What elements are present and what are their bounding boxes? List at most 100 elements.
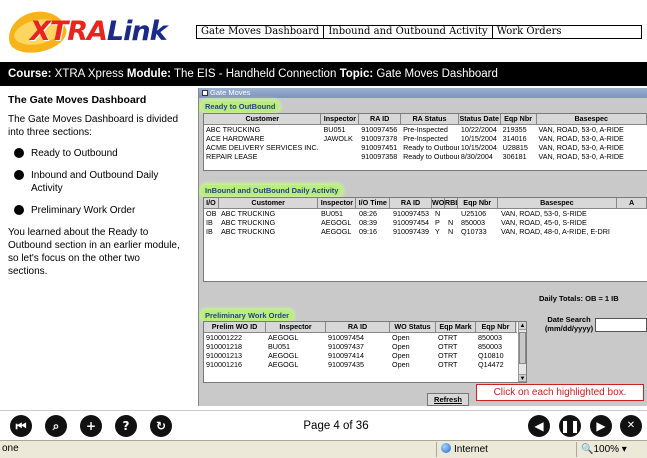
table-cell: Open (392, 360, 410, 369)
column-header[interactable]: RA ID (359, 114, 402, 124)
column-header[interactable]: A (617, 198, 647, 208)
table-cell: 8/30/2004 (460, 152, 493, 161)
column-header[interactable]: Customer (204, 114, 322, 124)
help-icon[interactable]: ? (115, 415, 137, 437)
table-cell: 850003 (478, 333, 502, 342)
bullet-icon (14, 148, 24, 158)
table-row[interactable]: 910001216 AEGOGL 910097435 Open OTRT Q14472 (204, 360, 526, 369)
tab-gate-moves-dashboard[interactable]: Gate Moves Dashboard (197, 26, 325, 38)
scroll-down-icon[interactable]: ▼ (519, 374, 526, 382)
column-header[interactable]: RBL (445, 198, 458, 208)
table-cell: IB (206, 227, 213, 236)
table-cell: ABC TRUCKING (206, 125, 261, 134)
table-cell: REPAIR LEASE (206, 152, 258, 161)
search-icon[interactable]: ⌕ (45, 415, 67, 437)
table-cell: 910097435 (328, 360, 364, 369)
column-header[interactable]: Basespec (537, 114, 647, 124)
table-cell: 910097414 (328, 351, 364, 360)
table-cell (321, 152, 359, 161)
table-cell: Q10810 (478, 351, 504, 360)
column-header[interactable]: Eqp Nbr (476, 322, 516, 332)
table-cell: VAN, ROAD, 53-0, A-RIDE (538, 152, 624, 161)
section-preliminary-work-order[interactable]: Preliminary Work Order (201, 310, 294, 321)
table-cell: 314016 (502, 134, 527, 143)
refresh-icon[interactable]: ↻ (150, 415, 172, 437)
table-row[interactable]: IB ABC TRUCKING AEGOGL 09:16 910097439 Y N Q107… (204, 227, 647, 236)
table-row[interactable]: ACE HARDWARE JAWOLK 910097378 Pre-Inspected… (204, 134, 647, 143)
table-row[interactable]: ACME DELIVERY SERVICES INC. 910097451 Read… (204, 143, 647, 152)
pause-icon[interactable]: ❚❚ (559, 415, 581, 437)
table-cell: 910097437 (328, 342, 364, 351)
table-cell: VAN, ROAD, 53-0, A-RIDE (538, 143, 624, 152)
table-cell: 850003 (478, 342, 502, 351)
column-header[interactable]: Prelim WO ID (204, 322, 266, 332)
column-header[interactable]: Inspector (266, 322, 326, 332)
column-header[interactable]: RA ID (326, 322, 390, 332)
section-ready-to-outbound[interactable]: Ready to OutBound (201, 101, 280, 112)
table-cell: 910097456 (361, 125, 398, 134)
table-row[interactable]: REPAIR LEASE 910097358 Ready to Outbound8/… (204, 152, 647, 161)
table-cell: Q10733 (461, 227, 487, 236)
first-page-icon[interactable]: ⏮ (10, 415, 32, 437)
column-header[interactable]: Inspector (321, 114, 360, 124)
table-row[interactable]: 910001218 BU051 910097437 Open OTRT 850003 (204, 342, 526, 351)
zoom-indicator[interactable]: 🔍100% ▾ (576, 442, 647, 457)
table-cell: ACE HARDWARE (206, 134, 265, 143)
header: XTRALink Gate Moves Dashboard Inbound an… (0, 0, 647, 62)
scroll-up-icon[interactable]: ▲ (519, 322, 526, 330)
column-header[interactable]: Eqp Nbr (458, 198, 498, 208)
table-row[interactable]: OB ABC TRUCKING BU051 08:26 910097453 N U25106… (204, 209, 647, 218)
table-cell: ACME DELIVERY SERVICES INC. (206, 143, 319, 152)
table-cell: VAN, ROAD, 53-0, A-RIDE (538, 125, 624, 134)
previous-icon[interactable]: ◀ (528, 415, 550, 437)
table-cell: 08:39 (359, 218, 377, 227)
table-cell: Pre-Inspected (403, 134, 448, 143)
table-cell: N (448, 218, 454, 227)
table-cell: 910097453 (393, 209, 429, 218)
column-header[interactable]: WO Status (390, 322, 436, 332)
course-navigation: ⏮ ⌕ + ? ↻ Page 4 of 36 ◀ ❚❚ ▶ ✕ (0, 410, 647, 440)
column-header[interactable]: RA Status (401, 114, 459, 124)
table-cell: 910001218 (206, 342, 242, 351)
table-cell: AEGOGL (321, 227, 352, 236)
table-cell (446, 209, 459, 218)
column-header[interactable]: WO (432, 198, 445, 208)
column-header[interactable]: I/O Time (356, 198, 391, 208)
table-row[interactable]: ABC TRUCKING BU051 910097456 Pre-Inspected 1… (204, 125, 647, 134)
column-header[interactable]: I/O (204, 198, 219, 208)
column-header[interactable]: Basespec (498, 198, 618, 208)
table-row[interactable]: 910001222 AEGOGL 910097454 Open OTRT 850003 (204, 333, 526, 342)
table-cell: JAWOLK (323, 134, 353, 143)
column-header[interactable]: Inspector (318, 198, 357, 208)
date-search-input[interactable] (595, 318, 647, 332)
section-daily-activity[interactable]: InBound and OutBound Daily Activity (201, 185, 343, 196)
table-cell: 10/15/2004 (460, 134, 497, 143)
prelim-scrollbar[interactable]: ▲ ▼ (518, 322, 526, 382)
table-cell: 08:26 (359, 209, 377, 218)
column-header[interactable]: Eqp Nbr (501, 114, 537, 124)
table-cell: 910001216 (206, 360, 242, 369)
globe-icon (441, 443, 451, 453)
table-cell: 910097454 (328, 333, 364, 342)
tab-work-orders[interactable]: Work Orders (493, 26, 641, 38)
column-header[interactable]: RA ID (390, 198, 432, 208)
status-text: one (2, 443, 19, 454)
tab-inbound-outbound-activity[interactable]: Inbound and Outbound Activity (324, 26, 493, 38)
table-cell: AEGOGL (321, 218, 352, 227)
column-header[interactable]: Customer (219, 198, 319, 208)
table-row[interactable]: IB ABC TRUCKING AEGOGL 08:39 910097454 P N 8500… (204, 218, 647, 227)
table-cell: Q14472 (478, 360, 504, 369)
column-header[interactable]: Status Date (459, 114, 501, 124)
refresh-button[interactable]: Refresh (427, 393, 469, 406)
table-cell: 910097358 (361, 152, 398, 161)
table-cell: 910001213 (206, 351, 242, 360)
table-cell: VAN, ROAD, 53-0, S-RIDE (501, 209, 587, 218)
window-icon (202, 90, 208, 96)
table-cell: OTRT (438, 342, 458, 351)
close-icon[interactable]: ✕ (620, 415, 642, 437)
plus-icon[interactable]: + (80, 415, 102, 437)
table-row[interactable]: 910001213 AEGOGL 910097414 Open OTRT Q10810 (204, 351, 526, 360)
column-header[interactable]: Eqp Mark (436, 322, 476, 332)
next-icon[interactable]: ▶ (590, 415, 612, 437)
table-cell: 910097439 (393, 227, 429, 236)
